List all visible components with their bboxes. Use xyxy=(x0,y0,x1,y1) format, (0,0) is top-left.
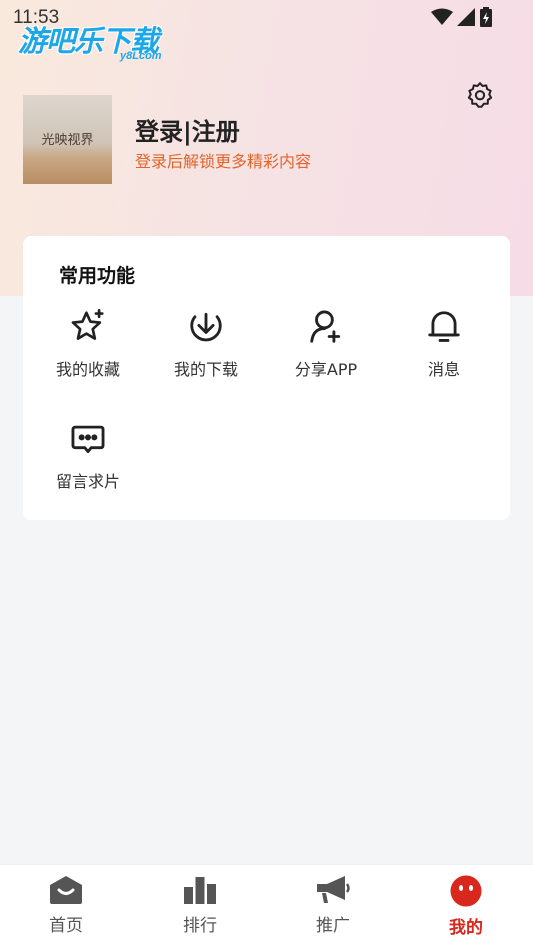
home-icon xyxy=(50,876,82,904)
battery-icon xyxy=(480,7,492,27)
bottom-navigation: 首页 排行 推广 我的 xyxy=(0,864,533,948)
bell-icon xyxy=(428,311,460,342)
megaphone-icon xyxy=(317,876,350,903)
feature-request-movie[interactable]: 留言求片 xyxy=(33,420,143,492)
feature-favorites[interactable]: 我的收藏 xyxy=(33,308,143,380)
star-icon xyxy=(71,309,104,340)
feature-label: 我的收藏 xyxy=(55,360,120,379)
nav-label: 推广 xyxy=(316,916,350,936)
login-subtitle: 登录后解锁更多精彩内容 xyxy=(135,152,312,171)
nav-label: 首页 xyxy=(49,916,83,936)
feature-messages[interactable]: 消息 xyxy=(389,308,499,380)
signal-icon xyxy=(457,8,475,26)
message-icon xyxy=(71,425,105,454)
nav-mine[interactable]: 我的 xyxy=(416,875,516,938)
avatar-text: 光映视界 xyxy=(41,133,94,148)
download-icon xyxy=(190,312,222,342)
feature-label: 我的下载 xyxy=(173,360,238,379)
nav-label: 排行 xyxy=(183,916,217,936)
feature-label: 分享APP xyxy=(294,360,358,379)
nav-label: 我的 xyxy=(449,918,483,938)
watermark-domain: y8Lcom xyxy=(120,50,162,62)
nav-ranking[interactable]: 排行 xyxy=(150,875,250,936)
status-icons xyxy=(431,7,493,27)
ranking-icon xyxy=(184,877,216,904)
avatar[interactable]: 光映视界 xyxy=(23,95,112,184)
feature-downloads[interactable]: 我的下载 xyxy=(151,308,261,380)
profile-face-icon xyxy=(450,875,482,907)
nav-home[interactable]: 首页 xyxy=(16,875,116,936)
feature-label: 留言求片 xyxy=(55,472,120,491)
add-user-icon xyxy=(310,310,341,343)
login-register-link[interactable]: 登录|注册 xyxy=(135,112,240,147)
watermark-logo: 游吧乐下载 y8Lcom xyxy=(18,18,188,68)
common-functions-card: 常用功能 我的收藏 我的下载 分享APP 消息 留言求片 xyxy=(23,236,510,520)
nav-promote[interactable]: 推广 xyxy=(283,875,383,936)
feature-share-app[interactable]: 分享APP xyxy=(271,308,381,380)
settings-button[interactable] xyxy=(465,80,495,110)
feature-label: 消息 xyxy=(427,360,460,379)
card-title: 常用功能 xyxy=(59,265,136,287)
gear-icon xyxy=(467,82,493,108)
wifi-icon xyxy=(431,8,453,25)
